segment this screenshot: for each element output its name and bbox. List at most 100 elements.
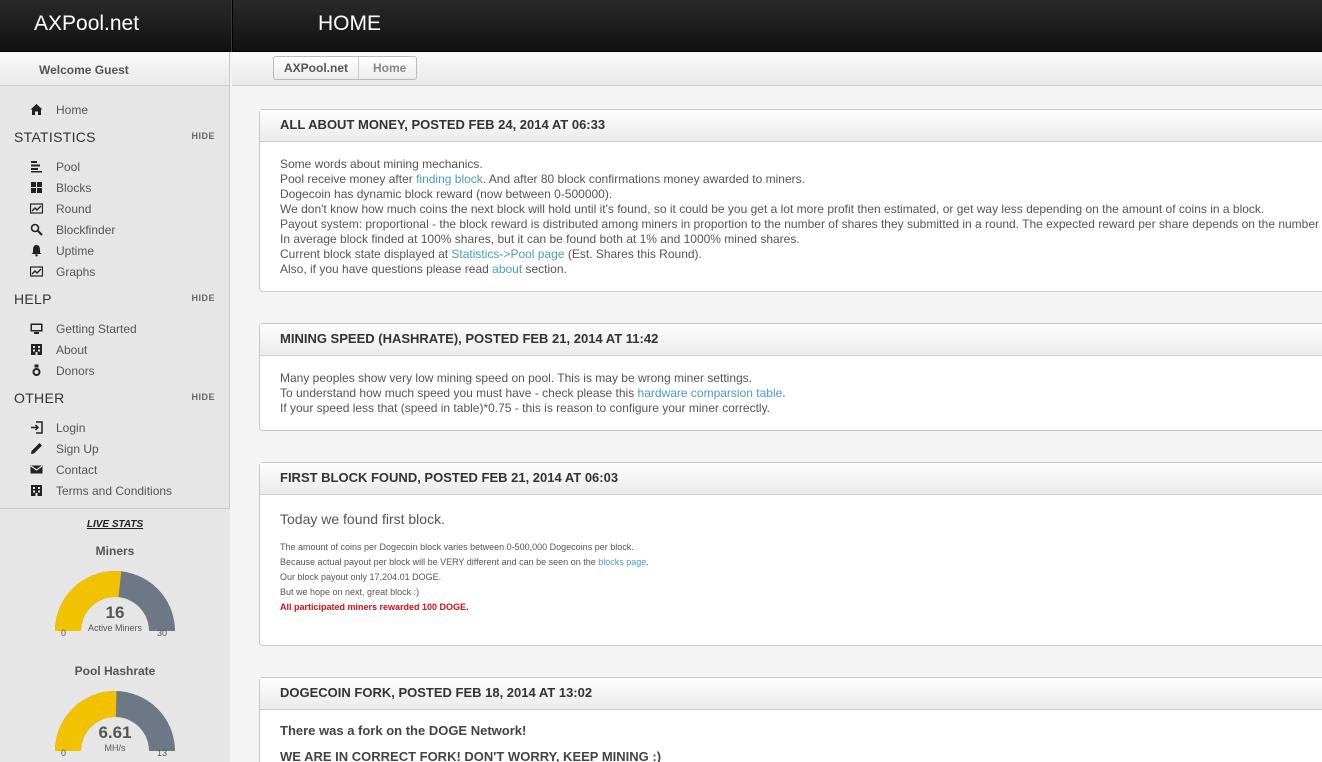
site-logo[interactable]: AXPool.net bbox=[34, 12, 139, 36]
post-text: Because actual payout per block will be … bbox=[280, 557, 599, 567]
post-text-line: Current block state displayed at Statist… bbox=[280, 247, 1319, 262]
post-title: MINING SPEED (HASHRATE), POSTED FEB 21, … bbox=[260, 324, 1322, 356]
post-text: To understand how much speed you must ha… bbox=[280, 386, 638, 400]
sidebar-item-label: About bbox=[56, 343, 88, 357]
finding-block-link[interactable]: finding block bbox=[416, 172, 483, 186]
post-alert-text: All participated miners rewarded 100 DOG… bbox=[280, 602, 469, 612]
sidebar-item-label: Home bbox=[56, 103, 89, 117]
post-text: . And after 80 block confirmations money… bbox=[482, 172, 805, 186]
hashrate-gauge-value: 6.61 bbox=[98, 723, 132, 742]
breadcrumb: AXPool.net Home bbox=[273, 56, 418, 80]
miners-gauge: 16 Active Miners 0 30 bbox=[50, 565, 180, 655]
welcome-text: Welcome Guest bbox=[0, 52, 229, 86]
post-text: In average block finded at 100% shares, … bbox=[280, 232, 800, 246]
about-link[interactable]: about bbox=[492, 262, 522, 276]
post-text: Also, if you have questions please read bbox=[280, 262, 493, 276]
news-post: FIRST BLOCK FOUND, POSTED FEB 21, 2014 A… bbox=[259, 462, 1322, 646]
main-content: ALL ABOUT MONEY, POSTED FEB 24, 2014 AT … bbox=[232, 86, 1322, 762]
post-title: FIRST BLOCK FOUND, POSTED FEB 21, 2014 A… bbox=[260, 463, 1322, 495]
breadcrumb-bar: AXPool.net Home bbox=[232, 52, 1322, 86]
post-text: Current block state displayed at bbox=[280, 247, 452, 261]
pool-page-link[interactable]: Statistics->Pool page bbox=[451, 247, 564, 261]
search-icon bbox=[30, 223, 43, 236]
post-body: There was a fork on the DOGE Network! WE… bbox=[260, 710, 1322, 762]
post-text: Many peoples show very low mining speed … bbox=[280, 371, 753, 385]
post-text: The amount of coins per Dogecoin block v… bbox=[280, 542, 634, 552]
post-text: section. bbox=[522, 262, 567, 276]
sidebar-item-label: Terms and Conditions bbox=[56, 484, 173, 498]
post-lead: Today we found first block. bbox=[280, 511, 445, 527]
sidebar-item-terms[interactable]: Terms and Conditions bbox=[0, 481, 230, 502]
hashrate-gauge-title: Pool Hashrate bbox=[74, 664, 156, 678]
pencil-icon bbox=[31, 443, 42, 454]
sidebar-item-label: Round bbox=[56, 202, 92, 216]
sidebar-item-home[interactable]: Home bbox=[0, 100, 230, 121]
post-text: Pool receive money after bbox=[280, 172, 417, 186]
post-text: . bbox=[646, 557, 649, 567]
section-statistics-header: STATISTICS HIDE bbox=[14, 129, 224, 149]
post-body: Many peoples show very low mining speed … bbox=[260, 356, 1322, 431]
sidebar-item-label: Donors bbox=[56, 364, 95, 378]
hide-statistics-toggle[interactable]: HIDE bbox=[191, 131, 215, 141]
post-text-line: Because actual payout per block will be … bbox=[280, 555, 1319, 570]
top-header: AXPool.net HOME bbox=[0, 0, 1322, 52]
post-text: But we hope on next, great block :) bbox=[280, 587, 420, 597]
hide-other-toggle[interactable]: HIDE bbox=[191, 392, 215, 402]
sidebar-item-pool[interactable]: Pool bbox=[0, 157, 230, 178]
chart-icon bbox=[30, 266, 43, 277]
medal-icon bbox=[32, 364, 41, 376]
sidebar: Welcome Guest Home STATISTICS HIDE Pool … bbox=[0, 52, 230, 762]
sidebar-item-label: Sign Up bbox=[56, 442, 99, 456]
sidebar-item-sign-up[interactable]: Sign Up bbox=[0, 439, 230, 460]
hashrate-gauge: 6.61 MH/s 0 13 bbox=[50, 685, 180, 762]
sidebar-item-donors[interactable]: Donors bbox=[0, 361, 230, 382]
sidebar-item-login[interactable]: Login bbox=[0, 418, 230, 439]
section-title: OTHER bbox=[14, 390, 65, 406]
sidebar-item-graphs[interactable]: Graphs bbox=[0, 262, 230, 283]
miners-gauge-value: 16 bbox=[105, 603, 125, 622]
post-text: WE ARE IN CORRECT FORK! DON'T WORRY, KEE… bbox=[280, 749, 662, 762]
envelope-icon bbox=[30, 465, 43, 474]
post-text: Dogecoin has dynamic block reward (now b… bbox=[280, 187, 613, 201]
sidebar-item-contact[interactable]: Contact bbox=[0, 460, 230, 481]
sidebar-item-label: Contact bbox=[56, 463, 98, 477]
miners-gauge-min: 0 bbox=[61, 628, 67, 638]
sidebar-item-label: Pool bbox=[56, 160, 81, 174]
post-title: ALL ABOUT MONEY, POSTED FEB 24, 2014 AT … bbox=[260, 110, 1322, 142]
building-icon bbox=[31, 344, 42, 355]
page-title: HOME bbox=[318, 12, 381, 35]
post-text-line: Also, if you have questions please read … bbox=[280, 262, 1319, 277]
hardware-table-link[interactable]: hardware comparsion table bbox=[638, 386, 783, 400]
news-post: ALL ABOUT MONEY, POSTED FEB 24, 2014 AT … bbox=[259, 109, 1322, 292]
sidebar-item-blocks[interactable]: Blocks bbox=[0, 178, 230, 199]
news-post: MINING SPEED (HASHRATE), POSTED FEB 21, … bbox=[259, 323, 1322, 431]
post-lead: There was a fork on the DOGE Network! bbox=[280, 723, 527, 738]
news-post: DOGECOIN FORK, POSTED FEB 18, 2014 AT 13… bbox=[259, 677, 1322, 762]
post-body: Today we found first block. The amount o… bbox=[260, 495, 1322, 630]
section-help-header: HELP HIDE bbox=[14, 291, 224, 311]
section-other-header: OTHER HIDE bbox=[14, 390, 224, 410]
post-text: Our block payout only 17,204.01 DOGE. bbox=[280, 572, 442, 582]
sidebar-item-about[interactable]: About bbox=[0, 340, 230, 361]
miners-gauge-max: 30 bbox=[157, 628, 168, 638]
live-stats-panel: LIVE STATS Miners 16 Active Miners 0 30 … bbox=[0, 508, 230, 762]
hashrate-gauge-min: 0 bbox=[61, 748, 67, 758]
post-body: Some words about mining mechanics. Pool … bbox=[260, 142, 1322, 292]
post-text-line: To understand how much speed you must ha… bbox=[280, 386, 1319, 401]
sidebar-item-label: Getting Started bbox=[56, 322, 137, 336]
login-icon bbox=[31, 421, 43, 434]
hide-help-toggle[interactable]: HIDE bbox=[191, 293, 215, 303]
sidebar-item-label: Blocks bbox=[56, 181, 92, 195]
live-stats-title[interactable]: LIVE STATS bbox=[0, 519, 230, 530]
post-text: Some words about mining mechanics. bbox=[280, 157, 483, 171]
blocks-page-link[interactable]: blocks page bbox=[598, 557, 646, 567]
monitor-icon bbox=[30, 323, 43, 334]
breadcrumb-root[interactable]: AXPool.net bbox=[274, 57, 360, 79]
sidebar-item-blockfinder[interactable]: Blockfinder bbox=[0, 220, 230, 241]
sidebar-item-label: Blockfinder bbox=[56, 223, 116, 237]
chart-icon bbox=[30, 203, 43, 214]
section-title: HELP bbox=[14, 291, 52, 307]
sidebar-item-getting-started[interactable]: Getting Started bbox=[0, 319, 230, 340]
sidebar-item-uptime[interactable]: Uptime bbox=[0, 241, 230, 262]
sidebar-item-round[interactable]: Round bbox=[0, 199, 230, 220]
